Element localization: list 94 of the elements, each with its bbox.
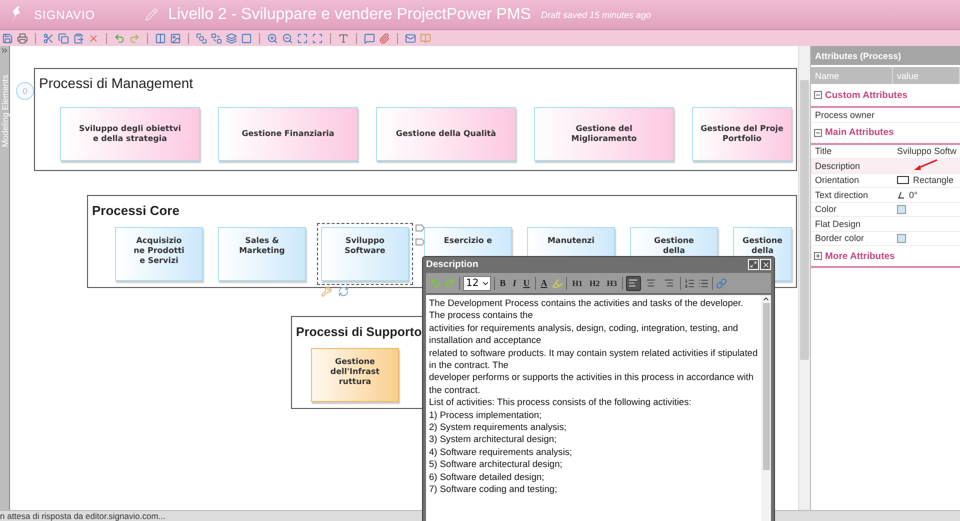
format-button[interactable]: I [510,278,518,288]
text-color-button[interactable]: A [538,278,550,288]
dialog-title: Description [426,259,478,270]
panel-title: Attributes (Process) [811,46,960,65]
diagram-title: Livello 2 - Sviluppare e vendere ProjectPower PMS [168,6,531,24]
column-heading: value [893,67,960,84]
refresh-icon[interactable] [338,286,349,297]
maximize-button[interactable] [748,259,759,270]
rectangle-icon [897,176,909,184]
heading-button[interactable]: H3 [604,278,619,288]
side-tab-label: Modeling Elements [0,74,10,150]
heading-button[interactable]: H2 [588,278,602,288]
attribute-name: Process owner [814,110,876,120]
annotation-arrow [912,159,938,173]
process-node[interactable]: Sviluppo Software [321,227,409,281]
text-icon[interactable] [338,32,349,44]
cut-icon[interactable] [43,32,54,44]
image-icon[interactable] [170,32,181,44]
expand-icon[interactable] [814,252,822,260]
scrollbar-thumb[interactable] [800,80,809,360]
pool-title: Processi di Supporto [296,324,422,340]
square-icon[interactable] [241,32,252,44]
process-node[interactable]: Sviluppo degli obiettvi e della strategia [60,107,200,161]
column-heading: Name [811,67,893,84]
attribute-row[interactable]: Color [811,202,960,217]
book-icon[interactable] [420,32,431,44]
numbered-list-icon[interactable] [684,278,695,288]
process-node[interactable]: Gestione della Qualità [376,107,516,161]
paste-icon[interactable] [73,32,84,44]
scrollbar-thumb[interactable] [762,303,770,470]
draft-status: Draft saved 15 minutes ago [540,10,652,20]
attribute-name: Border color [814,233,866,244]
color-swatch[interactable] [897,234,906,243]
attribute-name: Title [814,146,833,156]
color-swatch[interactable] [897,204,906,214]
comment-icon[interactable] [364,32,375,44]
fit-icon[interactable] [297,32,308,44]
process-node[interactable]: Gestione dell'Infrast ruttura [311,348,399,402]
angle-icon [897,190,905,199]
brand-name: SIGNAVIO [34,8,96,22]
mail-icon[interactable] [405,32,416,44]
wrench-icon[interactable] [321,286,332,297]
process-node[interactable]: Gestione del Miglioramento [534,107,674,161]
process-node[interactable]: Gestione Finanziaria [218,107,358,161]
attribute-name: Orientation [814,175,860,186]
close-icon [762,260,770,268]
process-node[interactable]: Gestione del Proje Portfolio [692,107,792,161]
zoom-out-icon[interactable] [282,32,293,44]
process-node[interactable]: Sales & Marketing [218,227,306,281]
format-button[interactable]: U [521,278,532,288]
send-back-icon[interactable] [211,32,222,44]
section-header[interactable]: More Attributes [811,246,960,268]
font-size-select[interactable]: 12 [463,276,491,290]
attribute-name: Description [814,160,862,171]
save-icon[interactable] [2,32,13,44]
delete-icon[interactable] [88,32,99,44]
zoom-in-icon[interactable] [267,32,278,44]
heading-button[interactable]: H1 [570,278,584,288]
expand-icon[interactable] [0,46,9,55]
attribute-row[interactable]: Orientation Rectangle [811,174,960,188]
bring-front-icon[interactable] [196,32,207,44]
attribute-value: Sviluppo Softw [896,146,958,156]
format-button[interactable]: B [498,278,508,288]
layers-icon[interactable] [226,32,237,44]
attribute-name: Flat Design [814,218,862,229]
attribute-name: Color [814,204,838,214]
pencil-icon [145,8,158,21]
status-text: n attesa di risposta da editor.signavio.com... [0,511,166,521]
close-button[interactable] [760,259,771,270]
attribute-row[interactable]: Description [811,159,960,174]
highlighter-icon[interactable] [552,278,564,288]
align-icon [646,278,656,288]
attribute-row[interactable]: Border color [811,232,960,246]
align-button[interactable] [626,276,641,290]
align-icon[interactable] [155,32,166,44]
link-icon[interactable] [716,278,727,288]
copy-icon[interactable] [58,32,69,44]
print-icon[interactable] [17,32,28,44]
align-icon [628,278,638,288]
align-icon [664,278,674,288]
process-node[interactable]: Acquisizio ne Prodotti e Servizi [115,227,203,281]
attribute-value: Rectangle [913,175,954,186]
attribute-row[interactable]: Title Sviluppo Softw [811,144,960,159]
scroll-up-icon[interactable] [762,295,770,303]
attachment-icon[interactable] [379,32,390,44]
collapse-icon[interactable] [814,91,822,99]
maximize-icon [750,261,757,268]
pool-title: Processi Core [92,203,180,219]
zoom-area-icon[interactable] [312,32,323,44]
attribute-value: 0° [909,190,918,200]
collapse-icon[interactable] [814,128,822,136]
attribute-name: Text direction [814,190,870,200]
pool-title: Processi di Management [39,75,194,91]
undo-icon[interactable] [114,32,125,44]
